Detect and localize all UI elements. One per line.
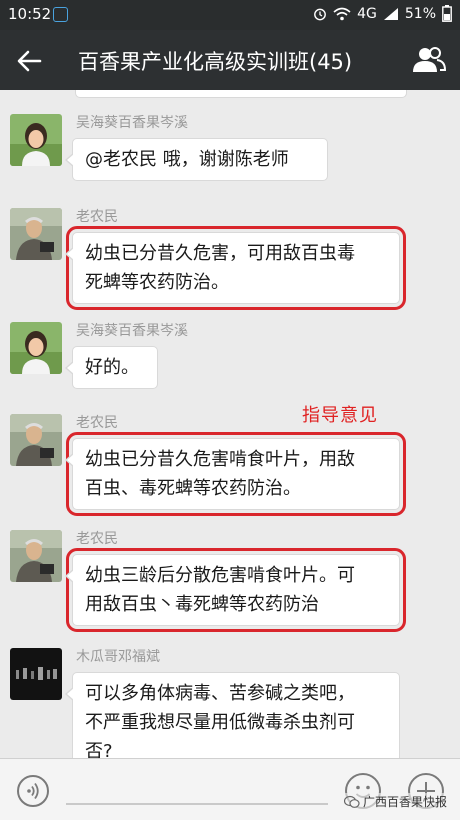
sender-name: 老农民 (76, 531, 118, 547)
status-icons: 4G 51% (313, 5, 452, 22)
sender-name: 木瓜哥邓福斌 (76, 649, 160, 665)
message-input[interactable] (66, 803, 328, 805)
message-bubble[interactable]: 可以多角体病毒、苦参碱之类吧， 不严重我想尽量用低微毒杀虫剂可 否? (65, 672, 400, 758)
voice-icon[interactable] (17, 775, 49, 807)
message-text: 幼虫已分昔久危害啃食叶片，用敌 (85, 449, 355, 470)
input-bar: 广西百香果快报 (0, 758, 460, 820)
wechat-logo-icon (344, 795, 360, 808)
chat-header: 百香果产业化高级实训班(45) (0, 30, 460, 90)
sender-name: 吴海葵百香果岑溪 (76, 323, 188, 339)
alarm-icon (314, 8, 327, 20)
watermark-text: 广西百香果快报 (363, 795, 448, 809)
message-text: 否? (85, 741, 113, 758)
avatar[interactable] (10, 648, 62, 700)
message-text: 好的。 (85, 357, 139, 378)
status-bar: 10:52 4G 51% (0, 0, 460, 30)
sender-name: 老农民 (76, 415, 118, 431)
message-bubble-highlighted[interactable]: 幼虫已分昔久危害啃食叶片，用敌 百虫、毒死蜱等农药防治。 (65, 432, 406, 516)
network-type: 4G (357, 5, 377, 22)
chat-title: 百香果产业化高级实训班(45) (78, 50, 353, 74)
guidance-annotation: 指导意见 (302, 405, 378, 426)
message-text: 百虫、毒死蜱等农药防治。 (85, 478, 301, 499)
message-text: 死蜱等农药防治。 (85, 272, 229, 293)
chat-area[interactable]: 吴海葵百香果岑溪 @老农民 哦，谢谢陈老师 老农民 幼虫已分昔久危害，可用敌百虫… (0, 90, 460, 758)
wifi-icon (333, 7, 351, 20)
notification-app-icon (53, 7, 68, 22)
sender-name: 吴海葵百香果岑溪 (76, 115, 188, 131)
message-text: 用敌百虫丶毒死蜱等农药防治 (85, 594, 319, 615)
message-text: 可以多角体病毒、苦参碱之类吧， (85, 683, 355, 704)
avatar[interactable] (10, 414, 62, 466)
battery-percent: 51% (404, 5, 436, 22)
signal-icon (383, 7, 398, 20)
message-bubble[interactable]: 好的。 (65, 346, 158, 389)
message-bubble-highlighted[interactable]: 幼虫已分昔久危害，可用敌百虫毒 死蜱等农药防治。 (65, 226, 406, 310)
watermark: 广西百香果快报 (344, 793, 448, 810)
message-text: 不严重我想尽量用低微毒杀虫剂可 (85, 712, 355, 733)
back-arrow-icon[interactable] (14, 46, 44, 76)
message-bubble-highlighted[interactable]: 幼虫三龄后分散危害啃食叶片。可 用敌百虫丶毒死蜱等农药防治 (65, 548, 406, 632)
avatar[interactable] (10, 322, 62, 374)
avatar[interactable] (10, 208, 62, 260)
message-text: 幼虫三龄后分散危害啃食叶片。可 (85, 565, 355, 586)
battery-icon (442, 5, 452, 22)
group-members-icon[interactable] (412, 44, 446, 76)
message-text: @老农民 哦，谢谢陈老师 (85, 149, 289, 170)
avatar[interactable] (10, 114, 62, 166)
status-time: 10:52 (8, 5, 52, 23)
sender-name: 老农民 (76, 209, 118, 225)
message-bubble[interactable]: @老农民 哦，谢谢陈老师 (65, 138, 328, 181)
message-text: 幼虫已分昔久危害，可用敌百虫毒 (85, 243, 355, 264)
avatar[interactable] (10, 530, 62, 582)
previous-message-bubble (75, 90, 407, 98)
